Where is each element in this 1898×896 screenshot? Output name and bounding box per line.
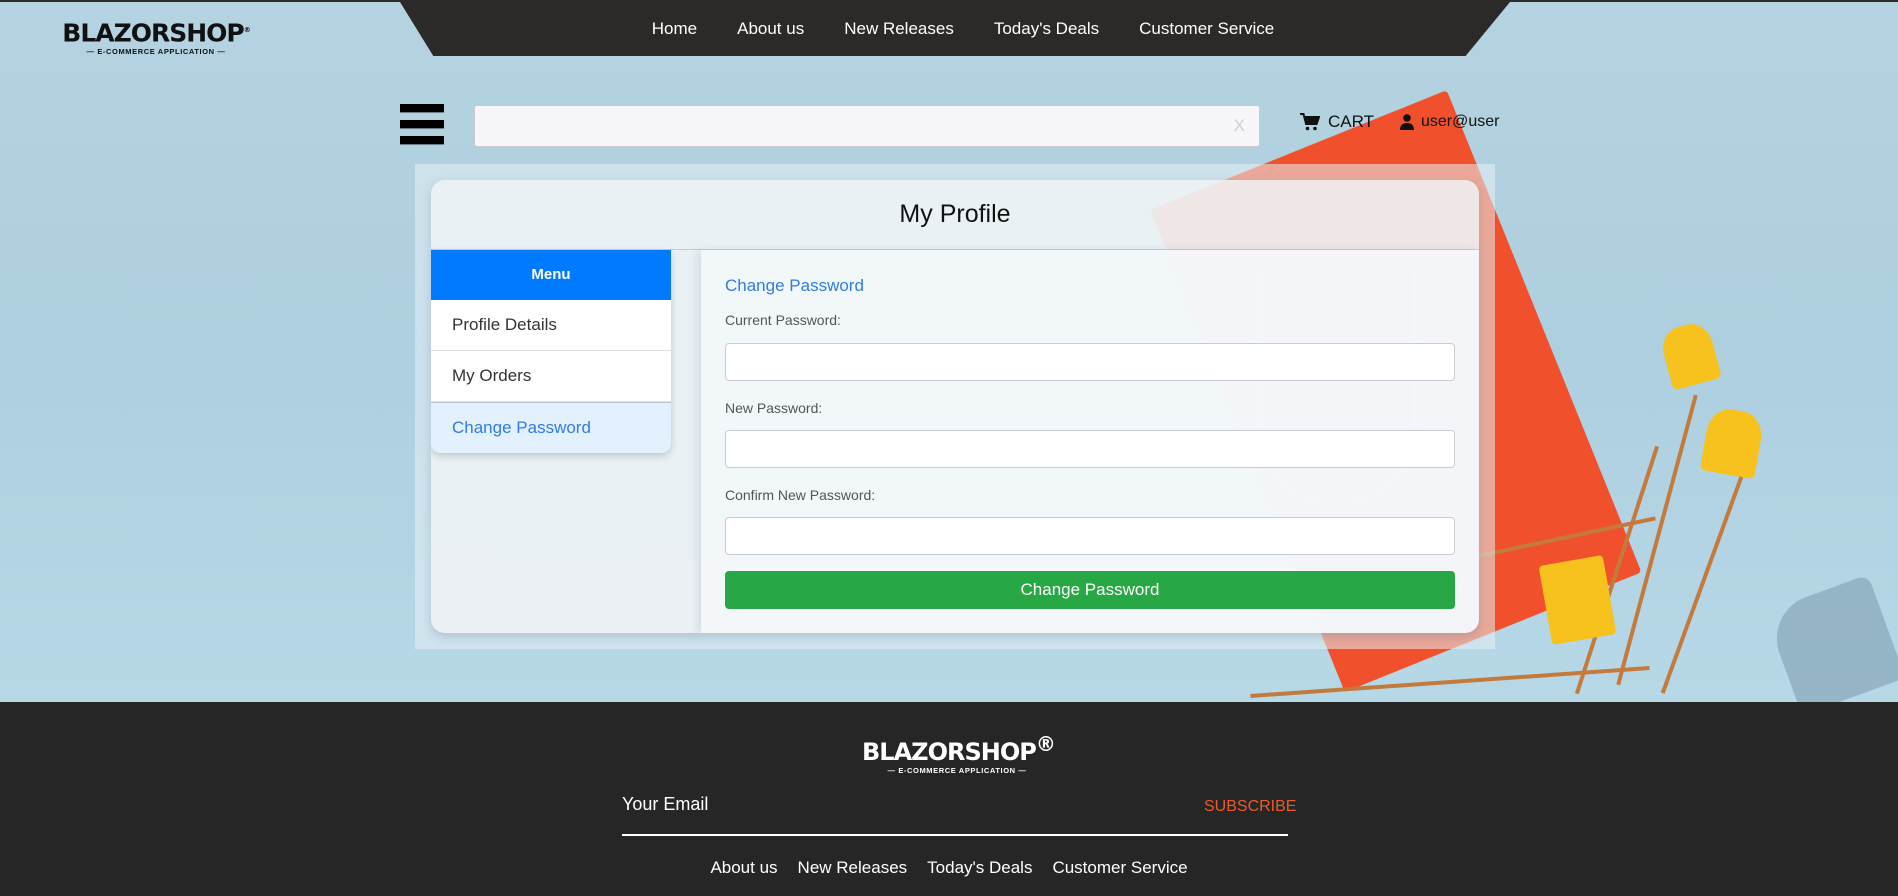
profile-header: My Profile <box>431 180 1479 250</box>
user-email: user@user <box>1421 113 1500 130</box>
email-underline <box>622 834 1288 836</box>
menu-header: Menu <box>431 250 671 300</box>
top-border <box>0 0 1898 2</box>
footer-logo[interactable]: BLAZORSHOP® — E-COMMERCE APPLICATION — <box>862 732 1056 775</box>
user-icon <box>1400 114 1414 130</box>
menu-item-profile-details[interactable]: Profile Details <box>431 300 671 351</box>
footer-links: About us New Releases Today's Deals Cust… <box>0 858 1898 878</box>
search-box: X <box>474 105 1260 147</box>
cart-handle-cap-icon <box>1658 319 1722 391</box>
nav-link-todays-deals[interactable]: Today's Deals <box>994 19 1099 39</box>
footer-link-todays-deals[interactable]: Today's Deals <box>927 858 1032 878</box>
cart-label: CART <box>1328 112 1374 131</box>
cart-link[interactable]: CART <box>1300 112 1374 132</box>
main-nav: Home About us New Releases Today's Deals… <box>400 2 1510 56</box>
cart-seat-image <box>1538 554 1617 646</box>
confirm-password-field[interactable] <box>725 517 1455 555</box>
new-password-field[interactable] <box>725 430 1455 468</box>
confirm-password-label: Confirm New Password: <box>725 487 876 503</box>
shopping-cart-icon <box>1300 113 1320 131</box>
new-password-label: New Password: <box>725 400 823 416</box>
search-input[interactable] <box>475 106 1239 146</box>
footer-link-customer-service[interactable]: Customer Service <box>1052 858 1187 878</box>
footer-brand-tagline: — E-COMMERCE APPLICATION — <box>887 766 1027 775</box>
cart-wire-image <box>1660 476 1744 694</box>
footer-link-about[interactable]: About us <box>710 858 777 878</box>
change-password-button[interactable]: Change Password <box>725 571 1455 609</box>
nav-link-new-releases[interactable]: New Releases <box>844 19 954 39</box>
profile-card: My Profile Menu Profile Details My Order… <box>431 180 1479 633</box>
newsletter-email-input[interactable]: Your Email <box>622 794 708 815</box>
subscribe-button[interactable]: SUBSCRIBE <box>1204 798 1296 816</box>
nav-link-home[interactable]: Home <box>652 19 697 39</box>
current-password-field[interactable] <box>725 343 1455 381</box>
footer-link-new-releases[interactable]: New Releases <box>798 858 908 878</box>
nav-link-customer-service[interactable]: Customer Service <box>1139 19 1274 39</box>
menu-item-change-password[interactable]: Change Password <box>431 402 671 453</box>
cart-shadow-image <box>1764 574 1898 702</box>
brand-logo[interactable]: BLAZORSHOP® — E-COMMERCE APPLICATION — <box>58 18 254 56</box>
cart-wire-image <box>1250 666 1650 698</box>
profile-menu: Menu Profile Details My Orders Change Pa… <box>431 250 671 453</box>
clear-search-icon[interactable]: X <box>1234 116 1245 136</box>
change-password-form: Change Password Current Password: New Pa… <box>701 250 1479 633</box>
menu-item-my-orders[interactable]: My Orders <box>431 351 671 402</box>
footer: BLAZORSHOP® — E-COMMERCE APPLICATION — Y… <box>0 702 1898 896</box>
form-title: Change Password <box>725 276 864 295</box>
hamburger-icon[interactable] <box>400 104 444 145</box>
cart-handle-cap-icon <box>1699 405 1766 480</box>
footer-brand-name: BLAZORSHOP <box>862 738 1037 766</box>
current-password-label: Current Password: <box>725 312 841 328</box>
nav-link-about[interactable]: About us <box>737 19 804 39</box>
user-account-link[interactable]: user@user <box>1400 113 1500 131</box>
brand-tagline: — E-COMMERCE APPLICATION — <box>86 47 226 57</box>
page-title: My Profile <box>899 200 1011 228</box>
brand-name: BLAZORSHOP <box>62 18 244 48</box>
